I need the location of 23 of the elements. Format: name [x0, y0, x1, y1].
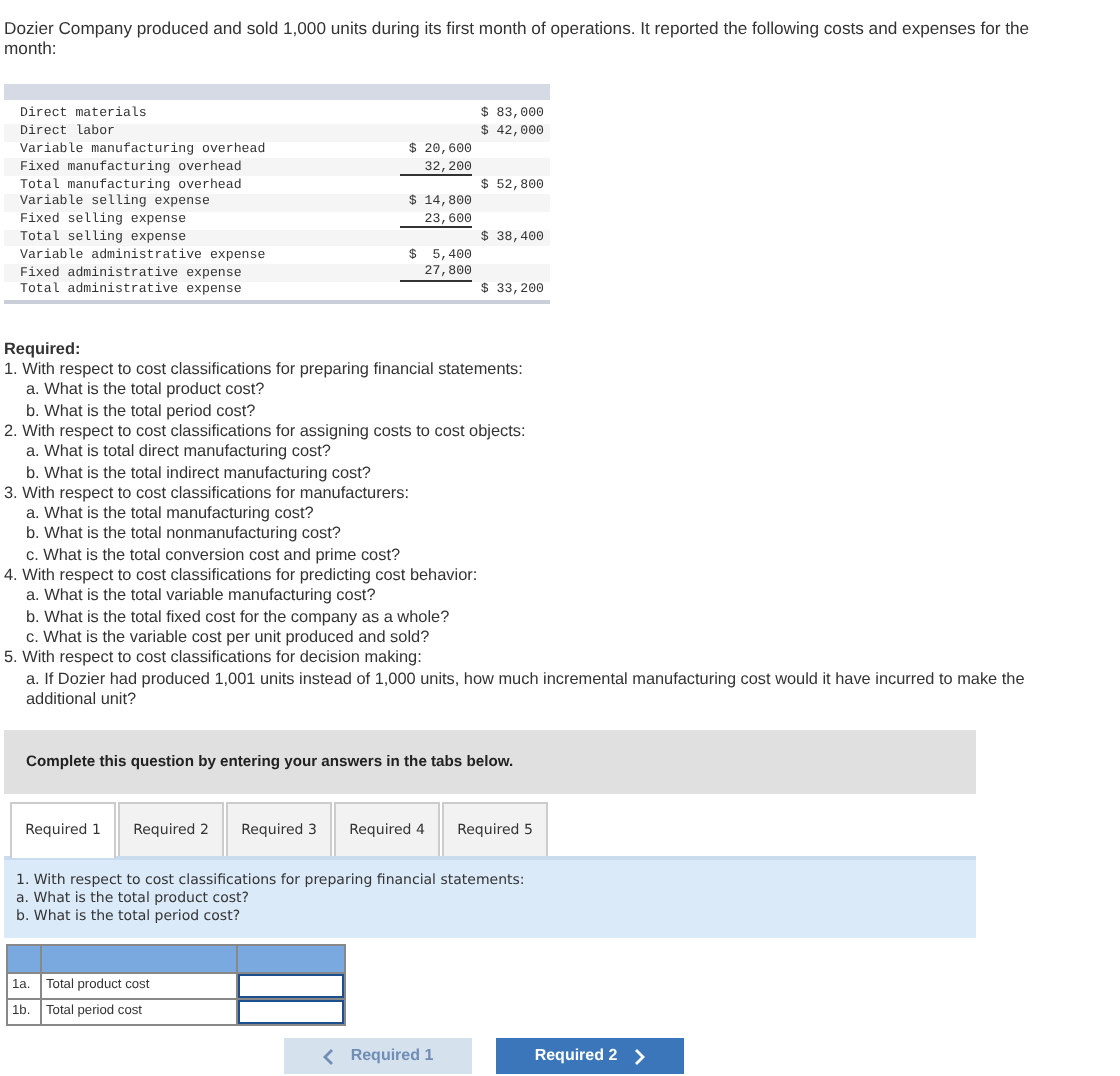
chevron-left-icon [322, 1047, 335, 1066]
answer-input[interactable] [238, 974, 344, 999]
sub-question: b. What is the total nonmanufacturing cost? [24, 524, 343, 546]
sub-question: c. What is the total conversion cost and prime cost? [24, 545, 403, 567]
sub-question: a. What is total direct manufacturing cost? [24, 442, 333, 464]
sub-question: a. What is the total variable manufacturing cost? [24, 586, 378, 608]
sub-question: b. What is the total fixed cost for the company as a whole? [24, 607, 452, 628]
next-button[interactable]: Required 2 [496, 1038, 684, 1075]
requirement-text: 1. With respect to cost classifications for preparing financial statements: [4, 360, 525, 381]
sub-question: c. What is the variable cost per unit produced and sold? [24, 627, 432, 649]
answer-input[interactable] [238, 1000, 344, 1025]
sub-question: a. What is the total manufacturing cost? [24, 504, 316, 525]
requirement-text: 4. With respect to cost classifications for predicting cost behavior: [4, 566, 480, 587]
required-heading: Required: [4, 339, 83, 361]
sub-question: b. What is the total indirect manufacturing cost? [24, 463, 373, 484]
requirement-text: 5. With respect to cost classifications for decision making: [4, 648, 424, 670]
sub-question: a. What is the total product cost? [24, 380, 267, 402]
requirement-text: 2. With respect to cost classifications for assigning costs to cost objects: [4, 421, 528, 443]
sub-question: b. What is the total period cost? [24, 401, 258, 422]
sub-question: a. If Dozier had produced 1,001 units instead of 1,000 units, how much incremental manufacturing cost would it have incurred to make the additional unit? [24, 669, 1027, 711]
chevron-right-icon [633, 1047, 646, 1066]
intro-text: Dozier Company produced and sold 1,000 units during its first month of operations. It reported the following costs and expenses for the month: [4, 18, 1032, 58]
requirement-text: 3. With respect to cost classifications for manufacturers: [4, 483, 411, 505]
